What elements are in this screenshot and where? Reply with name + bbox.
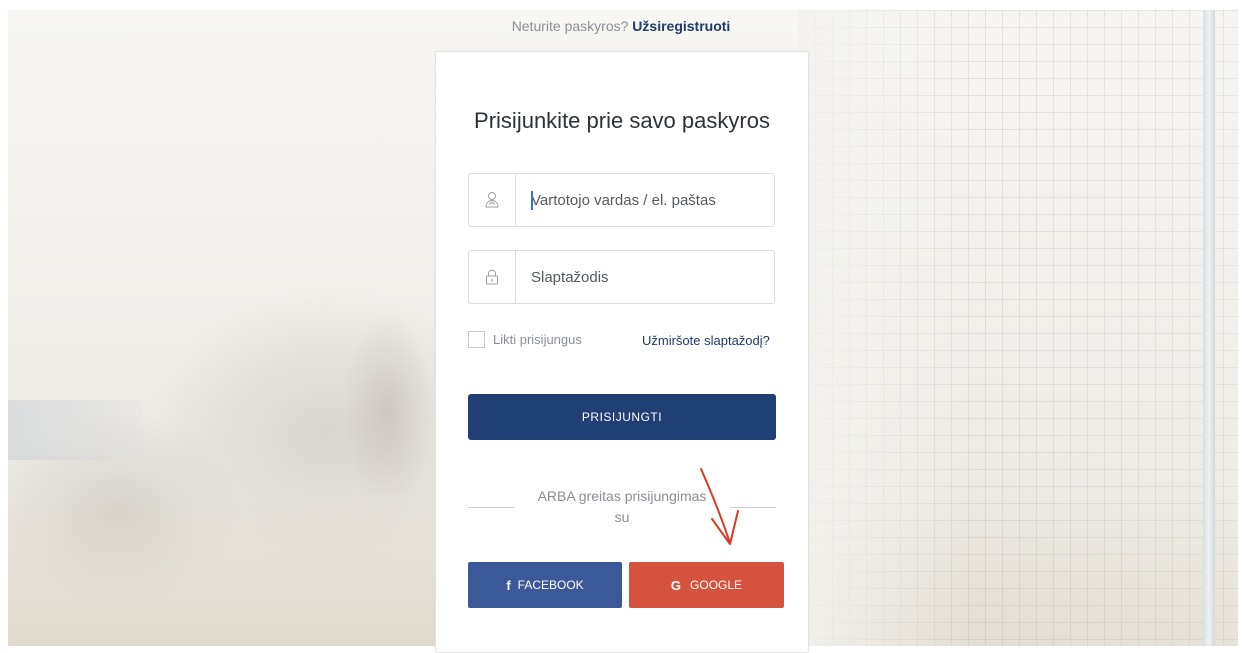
password-field[interactable] [468, 250, 775, 304]
google-login-button[interactable]: G GOOGLE [629, 562, 784, 608]
background-banner [8, 400, 143, 460]
annotation-arrow-icon [700, 468, 739, 545]
password-input[interactable] [516, 251, 766, 303]
remember-me: Likti prisijungus [468, 331, 582, 348]
remember-me-label[interactable]: Likti prisijungus [493, 332, 582, 347]
facebook-login-label: FACEBOOK [517, 578, 584, 592]
signup-prompt-text: Neturite paskyros? [511, 18, 629, 34]
lock-icon [469, 251, 516, 303]
signup-prompt: Neturite paskyros? Užsiregistruoti [435, 18, 807, 34]
register-link[interactable]: Užsiregistruoti [632, 18, 730, 34]
google-icon: G [670, 577, 682, 593]
facebook-login-button[interactable]: f FACEBOOK [468, 562, 622, 608]
divider-left [468, 507, 514, 508]
username-field[interactable] [468, 173, 775, 227]
login-button[interactable]: PRISIJUNGTI [468, 394, 776, 440]
background-goal-post [1203, 10, 1215, 646]
remember-me-checkbox[interactable] [468, 331, 485, 348]
background-net-fade [798, 10, 1238, 646]
text-caret [531, 191, 533, 210]
forgot-password-link[interactable]: Užmiršote slaptažodį? [642, 333, 770, 348]
facebook-icon: f [506, 577, 511, 593]
login-title: Prisijunkite prie savo paskyros [474, 108, 770, 133]
username-input[interactable] [516, 174, 766, 226]
google-login-label: GOOGLE [690, 578, 743, 592]
user-icon [469, 174, 516, 226]
login-card: Prisijunkite prie savo paskyros Likti pr… [435, 51, 809, 653]
